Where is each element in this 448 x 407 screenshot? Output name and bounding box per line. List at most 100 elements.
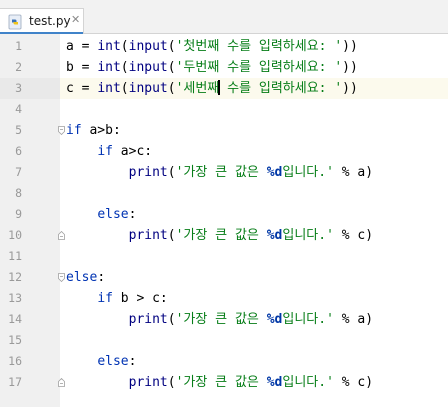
code-line-background <box>60 99 448 120</box>
code-token: ( <box>167 39 176 54</box>
keyword-token: if <box>66 123 82 138</box>
code-token: ( <box>167 375 176 390</box>
line-number: 9 <box>15 207 22 221</box>
string-token: '가장 큰 값은 <box>175 228 267 243</box>
code-text: else: <box>66 204 136 225</box>
code-text: else: <box>66 351 136 372</box>
code-line[interactable]: 13 if b > c: <box>0 288 448 309</box>
code-text: a = int(input('첫번째 수를 입력하세요: ')) <box>66 36 358 57</box>
keyword-token: else <box>97 207 129 222</box>
code-token: % c) <box>333 228 374 243</box>
code-text: print('가장 큰 값은 %d입니다.' % c) <box>66 225 373 246</box>
code-line[interactable]: 3 c = int(input('세번째 수를 입력하세요: ')) <box>0 78 448 99</box>
code-token: a = <box>66 39 98 54</box>
code-text: print('가장 큰 값은 %d입니다.' % a) <box>66 309 373 330</box>
code-token: % a) <box>333 165 374 180</box>
code-text: c = int(input('세번째 수를 입력하세요: ')) <box>66 78 358 99</box>
line-number: 8 <box>15 186 22 200</box>
code-line[interactable]: 11 <box>0 246 448 267</box>
code-line[interactable]: 16 else: <box>0 351 448 372</box>
string-token: '가장 큰 값은 <box>175 165 267 180</box>
code-line[interactable]: 9 else: <box>0 204 448 225</box>
code-token: ( <box>167 81 176 96</box>
string-token: '첫번째 수를 입력하세요: ' <box>175 39 343 54</box>
keyword-token: else <box>66 270 98 285</box>
builtin-token: input <box>128 39 168 54</box>
builtin-token: int <box>97 81 121 96</box>
code-token: a>b: <box>81 123 121 138</box>
line-number: 14 <box>8 312 22 326</box>
code-token: ( <box>167 165 176 180</box>
editor-tab-bar: test.py ✕ <box>0 0 448 35</box>
builtin-token: print <box>128 165 168 180</box>
string-token: 입니다.' <box>282 312 334 327</box>
format-spec-token: %d <box>266 312 283 327</box>
string-token: 수를 입력하세요: ' <box>219 81 343 96</box>
code-line[interactable]: 17 print('가장 큰 값은 %d입니다.' % c) <box>0 372 448 393</box>
code-line[interactable]: 5 if a>b: <box>0 120 448 141</box>
code-line[interactable]: 7 print('가장 큰 값은 %d입니다.' % a) <box>0 162 448 183</box>
line-number: 7 <box>15 165 22 179</box>
code-token: % a) <box>333 312 374 327</box>
code-text: if b > c: <box>66 288 167 309</box>
code-line[interactable]: 1a = int(input('첫번째 수를 입력하세요: ')) <box>0 36 448 57</box>
code-text: b = int(input('두번째 수를 입력하세요: ')) <box>66 57 358 78</box>
string-token: '가장 큰 값은 <box>175 312 267 327</box>
format-spec-token: %d <box>266 165 283 180</box>
fold-end-icon[interactable] <box>58 378 65 387</box>
code-line[interactable]: 12 else: <box>0 267 448 288</box>
code-token: ( <box>167 228 176 243</box>
fold-end-icon[interactable] <box>58 231 65 240</box>
builtin-token: int <box>97 60 121 75</box>
builtin-token: input <box>128 81 168 96</box>
code-text: print('가장 큰 값은 %d입니다.' % c) <box>66 372 373 393</box>
code-line[interactable]: 2 b = int(input('두번째 수를 입력하세요: ')) <box>0 57 448 78</box>
code-token: ( <box>120 81 129 96</box>
fold-start-icon[interactable] <box>58 126 65 135</box>
code-line[interactable]: 14 print('가장 큰 값은 %d입니다.' % a) <box>0 309 448 330</box>
format-spec-token: %d <box>266 375 283 390</box>
close-icon[interactable]: ✕ <box>71 13 80 26</box>
builtin-token: print <box>128 228 168 243</box>
keyword-token: if <box>97 144 113 159</box>
line-number: 17 <box>8 375 22 389</box>
builtin-token: int <box>97 39 121 54</box>
builtin-token: input <box>128 60 168 75</box>
code-line-background <box>60 267 448 288</box>
code-token: c = <box>66 81 98 96</box>
code-text: print('가장 큰 값은 %d입니다.' % a) <box>66 162 373 183</box>
code-line[interactable]: 8 <box>0 183 448 204</box>
code-line[interactable]: 6 if a>c: <box>0 141 448 162</box>
code-line[interactable]: 15 <box>0 330 448 351</box>
code-line-background <box>60 330 448 351</box>
line-number: 3 <box>15 81 22 95</box>
code-line-background <box>60 183 448 204</box>
builtin-token: print <box>128 375 168 390</box>
code-line[interactable]: 4 <box>0 99 448 120</box>
code-token: a>c: <box>112 144 153 159</box>
code-token: ( <box>167 312 176 327</box>
string-token: 입니다.' <box>282 375 334 390</box>
string-token: '가장 큰 값은 <box>175 375 267 390</box>
builtin-token: print <box>128 312 168 327</box>
code-editor[interactable]: 1a = int(input('첫번째 수를 입력하세요: ')) 2 b = in… <box>0 34 448 407</box>
line-number: 4 <box>15 102 22 116</box>
format-spec-token: %d <box>266 228 283 243</box>
line-number: 1 <box>15 39 22 53</box>
python-file-icon <box>8 14 22 30</box>
line-number: 10 <box>8 228 22 242</box>
code-token: )) <box>342 81 358 96</box>
tab-test-py[interactable]: test.py ✕ <box>0 8 84 35</box>
line-number: 2 <box>15 60 22 74</box>
line-number: 6 <box>15 144 22 158</box>
code-line[interactable]: 10 print('가장 큰 값은 %d입니다.' % c) <box>0 225 448 246</box>
string-token: 입니다.' <box>282 165 334 180</box>
fold-start-icon[interactable] <box>58 273 65 282</box>
code-text: if a>b: <box>66 120 121 141</box>
